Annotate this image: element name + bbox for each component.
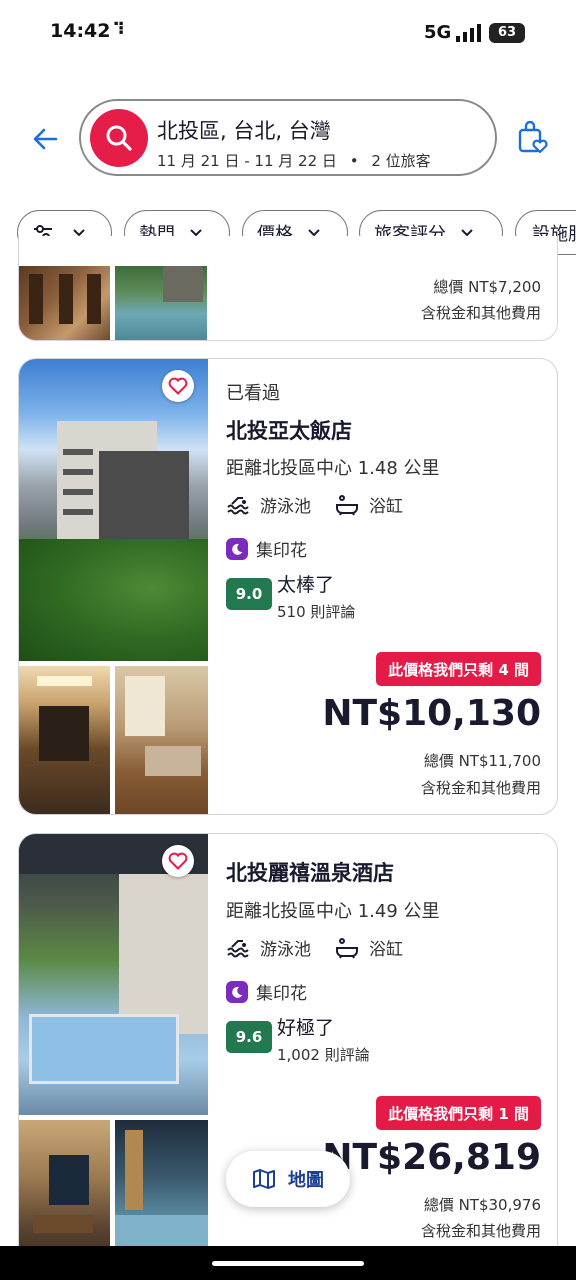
viewed-label: 已看過: [226, 383, 280, 404]
rating-score: 9.0: [226, 578, 272, 610]
nightly-price: NT$26,819: [322, 1137, 541, 1178]
total-price: 總價 NT$30,976: [423, 1196, 541, 1214]
amenity-label: 浴缸: [369, 940, 403, 960]
amenity-bathtub: 浴缸: [335, 935, 403, 960]
heart-icon: [168, 852, 188, 870]
hotel-photo: [115, 666, 208, 814]
amenity-label: 浴缸: [369, 497, 403, 517]
availability-badge: 此價格我們只剩 1 間: [376, 1096, 541, 1130]
search-icon: [90, 109, 148, 167]
map-button-label: 地圖: [288, 1170, 324, 1191]
bag-heart-icon: [518, 121, 548, 154]
availability-badge: 此價格我們只剩 4 間: [376, 652, 541, 686]
rating-score: 9.6: [226, 1021, 272, 1053]
hotel-main-photo: [19, 359, 208, 661]
map-icon: [253, 1169, 275, 1189]
pool-icon: [227, 496, 249, 514]
review-count: 1,002 則評論: [277, 1046, 370, 1064]
hotel-distance: 距離北投區中心 1.49 公里: [226, 901, 440, 922]
total-price: 總價 NT$11,700: [423, 752, 541, 770]
hotel-name: 北投麗禧溫泉酒店: [226, 861, 394, 885]
search-bar[interactable]: 北投區, 台北, 台灣 11 月 21 日 - 11 月 22 日 • 2 位旅…: [79, 99, 497, 176]
stamp-label: 集印花: [256, 541, 307, 561]
moon-icon: [226, 537, 248, 560]
hotel-distance: 距離北投區中心 1.48 公里: [226, 458, 440, 479]
hotel-photo: [115, 266, 207, 340]
map-button[interactable]: 地圖: [226, 1151, 350, 1207]
amenity-bathtub: 浴缸: [335, 492, 403, 517]
tax-note: 含稅金和其他費用: [420, 1222, 541, 1240]
rating-label: 太棒了: [277, 574, 335, 596]
home-indicator[interactable]: [212, 1261, 364, 1266]
separator-dot: •: [349, 152, 359, 170]
hotel-photo: [19, 666, 110, 814]
heart-icon: [168, 377, 188, 395]
hotel-card[interactable]: 已看過 北投亞太飯店 距離北投區中心 1.48 公里 游泳池 浴缸 集印花 9.…: [18, 358, 558, 815]
search-dates: 11 月 21 日 - 11 月 22 日: [157, 152, 337, 170]
stamp-label: 集印花: [256, 984, 307, 1004]
hotel-photo: [115, 1120, 208, 1262]
moon-icon: [226, 980, 248, 1003]
favorite-button[interactable]: [162, 845, 194, 877]
favorite-button[interactable]: [162, 370, 194, 402]
rating-label: 好極了: [277, 1017, 335, 1039]
search-destination: 北投區, 台北, 台灣: [157, 119, 331, 143]
status-bar: 14:42 ⠹ 5G 63: [0, 0, 576, 66]
search-guests: 2 位旅客: [371, 152, 431, 170]
network-label: 5G: [424, 22, 452, 43]
back-button[interactable]: [28, 122, 62, 156]
bathtub-icon: [336, 494, 358, 515]
stamp-badge: 集印花: [226, 536, 307, 561]
hotel-photo: [19, 1120, 110, 1262]
nightly-price: NT$10,130: [322, 693, 541, 734]
bathtub-icon: [336, 937, 358, 958]
saved-trips-button[interactable]: [515, 120, 551, 156]
hotel-name: 北投亞太飯店: [226, 419, 352, 443]
review-count: 510 則評論: [277, 603, 356, 621]
stamp-badge: 集印花: [226, 979, 307, 1004]
search-summary: 11 月 21 日 - 11 月 22 日 • 2 位旅客: [157, 150, 431, 171]
amenity-pool: 游泳池: [226, 935, 311, 960]
amenity-label: 游泳池: [260, 940, 311, 960]
hotel-card-previous[interactable]: 總價 NT$7,200 含稅金和其他費用: [18, 236, 558, 341]
pool-icon: [227, 939, 249, 957]
tax-note: 含稅金和其他費用: [420, 304, 541, 322]
status-time: 14:42: [50, 20, 111, 42]
hotel-photo: [19, 266, 110, 340]
signal-icon: [456, 24, 481, 42]
battery-icon: 63: [489, 23, 525, 43]
amenity-pool: 游泳池: [226, 492, 311, 517]
back-arrow-icon: [33, 128, 58, 150]
total-price: 總價 NT$7,200: [433, 278, 541, 296]
tax-note: 含稅金和其他費用: [420, 779, 541, 797]
amenity-label: 游泳池: [260, 497, 311, 517]
notification-icon: ⠹: [112, 20, 126, 40]
